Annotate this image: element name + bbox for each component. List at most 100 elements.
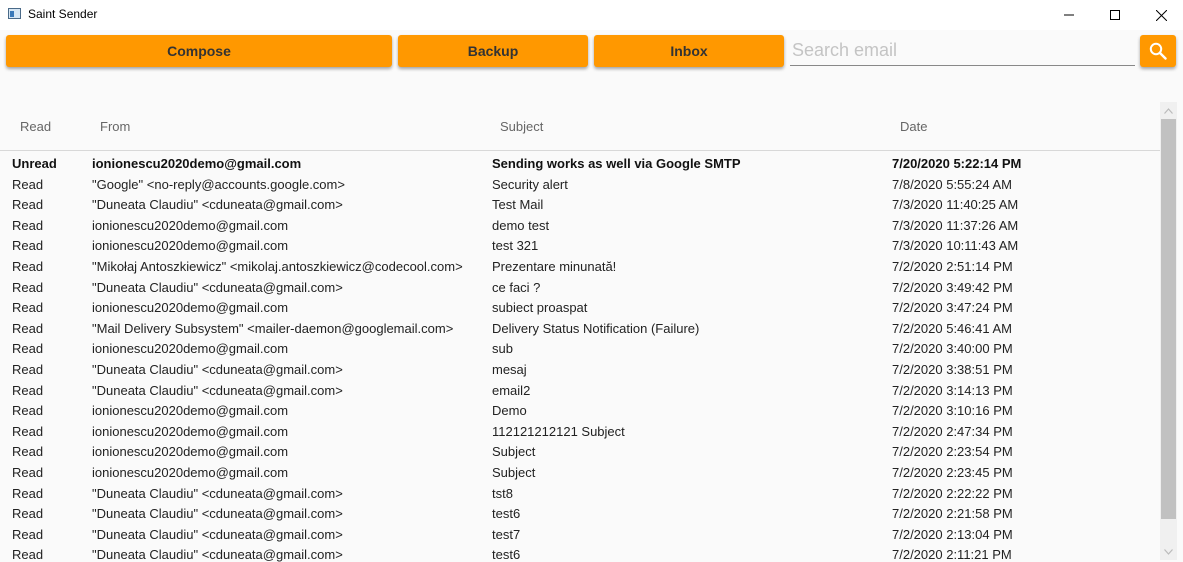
subject-cell: test6 — [492, 547, 521, 562]
subject-cell: mesaj — [492, 361, 527, 377]
table-row[interactable]: Read "Duneata Claudiu" <cduneata@gmail.co… — [0, 380, 1160, 401]
read-status: Read — [12, 279, 44, 295]
table-row[interactable]: Read ionionescu2020demo@gmail.com demo tes… — [0, 215, 1160, 236]
subject-cell: test6 — [492, 506, 521, 522]
from-cell: "Duneata Claudiu" <cduneata@gmail.com> — [92, 526, 343, 542]
window-title: Saint Sender — [28, 7, 98, 21]
table-row[interactable]: Read ionionescu2020demo@gmail.com Subject 7… — [0, 462, 1160, 483]
date-cell: 7/2/2020 5:46:41 AM — [892, 320, 1012, 336]
read-status: Read — [12, 526, 44, 542]
scrollbar-thumb[interactable] — [1161, 119, 1176, 519]
from-cell: ionionescu2020demo@gmail.com — [92, 217, 289, 233]
table-row[interactable]: Read ionionescu2020demo@gmail.com Demo 7/2/… — [0, 400, 1160, 421]
from-cell: ionionescu2020demo@gmail.com — [92, 156, 302, 171]
from-cell: "Mail Delivery Subsystem" <mailer-daemon… — [92, 320, 454, 336]
read-status: Read — [12, 506, 44, 522]
read-status: Read — [12, 197, 44, 213]
app-icon — [8, 8, 21, 19]
subject-cell: test7 — [492, 526, 521, 542]
from-cell: ionionescu2020demo@gmail.com — [92, 444, 289, 460]
scroll-up-button[interactable] — [1160, 102, 1177, 119]
subject-cell: Prezentare minunată! — [492, 258, 617, 274]
table-header: Read From Subject Date — [0, 100, 1160, 151]
scroll-down-button[interactable] — [1160, 543, 1177, 560]
minimize-button[interactable] — [1046, 0, 1092, 30]
date-cell: 7/2/2020 3:49:42 PM — [892, 279, 1013, 295]
from-cell: "Duneata Claudiu" <cduneata@gmail.com> — [92, 361, 343, 377]
read-status: Read — [12, 217, 44, 233]
subject-cell: Subject — [492, 444, 536, 460]
from-cell: "Duneata Claudiu" <cduneata@gmail.com> — [92, 547, 343, 562]
table-row[interactable]: Read "Mail Delivery Subsystem" <mailer-da… — [0, 318, 1160, 339]
table-row[interactable]: Read ionionescu2020demo@gmail.com Subject 7… — [0, 441, 1160, 462]
subject-cell: Test Mail — [492, 197, 544, 213]
table-row[interactable]: Read "Duneata Claudiu" <cduneata@gmail.co… — [0, 194, 1160, 215]
compose-button[interactable]: Compose — [6, 35, 392, 67]
search-icon — [1149, 42, 1167, 60]
minimize-icon — [1064, 14, 1074, 16]
read-status: Read — [12, 238, 44, 254]
search-button[interactable] — [1140, 35, 1176, 67]
maximize-button[interactable] — [1092, 0, 1138, 30]
date-cell: 7/2/2020 3:14:13 PM — [892, 382, 1013, 398]
read-status: Read — [12, 464, 44, 480]
table-row[interactable]: Read "Duneata Claudiu" <cduneata@gmail.co… — [0, 544, 1160, 562]
subject-cell: Demo — [492, 403, 527, 419]
table-row[interactable]: Read "Duneata Claudiu" <cduneata@gmail.co… — [0, 524, 1160, 545]
title-bar: Saint Sender — [0, 0, 1183, 30]
from-cell: ionionescu2020demo@gmail.com — [92, 423, 289, 439]
table-row[interactable]: Unread ionionescu2020demo@gmail.com Sendin… — [0, 153, 1160, 174]
subject-cell: email2 — [492, 382, 531, 398]
close-button[interactable] — [1138, 0, 1183, 30]
read-status: Read — [12, 361, 44, 377]
table-row[interactable]: Read ionionescu2020demo@gmail.com sub 7/2/2… — [0, 338, 1160, 359]
column-header-from[interactable]: From — [100, 119, 130, 134]
subject-cell: subiect proaspat — [492, 300, 588, 316]
inbox-button[interactable]: Inbox — [594, 35, 784, 67]
scrollbar[interactable] — [1160, 102, 1177, 560]
read-status: Read — [12, 485, 44, 501]
table-row[interactable]: Read ionionescu2020demo@gmail.com subiect … — [0, 297, 1160, 318]
from-cell: "Duneata Claudiu" <cduneata@gmail.com> — [92, 382, 343, 398]
table-row[interactable]: Read "Duneata Claudiu" <cduneata@gmail.co… — [0, 359, 1160, 380]
arrow-down-icon — [1164, 548, 1173, 555]
read-status: Read — [12, 176, 44, 192]
column-header-subject[interactable]: Subject — [500, 119, 543, 134]
subject-cell: ce faci ? — [492, 279, 541, 295]
from-cell: ionionescu2020demo@gmail.com — [92, 341, 289, 357]
column-header-read[interactable]: Read — [20, 119, 51, 134]
table-row[interactable]: Read "Mikołaj Antoszkiewicz" <mikolaj.ant… — [0, 256, 1160, 277]
close-icon — [1155, 9, 1167, 21]
search-input[interactable] — [790, 35, 1135, 66]
from-cell: ionionescu2020demo@gmail.com — [92, 464, 289, 480]
from-cell: "Mikołaj Antoszkiewicz" <mikolaj.antoszk… — [92, 258, 463, 274]
date-cell: 7/2/2020 2:23:54 PM — [892, 444, 1013, 460]
from-cell: "Google" <no-reply@accounts.google.com> — [92, 176, 345, 192]
read-status: Read — [12, 382, 44, 398]
table-row[interactable]: Read "Duneata Claudiu" <cduneata@gmail.co… — [0, 483, 1160, 504]
date-cell: 7/3/2020 11:40:25 AM — [892, 197, 1019, 213]
from-cell: "Duneata Claudiu" <cduneata@gmail.com> — [92, 506, 343, 522]
date-cell: 7/2/2020 2:23:45 PM — [892, 464, 1013, 480]
table-row[interactable]: Read "Duneata Claudiu" <cduneata@gmail.co… — [0, 277, 1160, 298]
date-cell: 7/2/2020 2:21:58 PM — [892, 506, 1013, 522]
subject-cell: 112121212121 Subject — [492, 423, 625, 439]
table-row[interactable]: Read ionionescu2020demo@gmail.com test 321… — [0, 235, 1160, 256]
subject-cell: Sending works as well via Google SMTP — [492, 156, 741, 171]
email-table: Read From Subject Date Unread ionionescu2… — [0, 100, 1160, 562]
table-row[interactable]: Read "Duneata Claudiu" <cduneata@gmail.co… — [0, 503, 1160, 524]
date-cell: 7/8/2020 5:55:24 AM — [892, 176, 1012, 192]
table-row[interactable]: Read ionionescu2020demo@gmail.com 11212121… — [0, 421, 1160, 442]
table-row[interactable]: Read "Google" <no-reply@accounts.google.c… — [0, 174, 1160, 195]
date-cell: 7/3/2020 10:11:43 AM — [892, 238, 1019, 254]
date-cell: 7/2/2020 3:38:51 PM — [892, 361, 1013, 377]
table-body: Unread ionionescu2020demo@gmail.com Sendin… — [0, 153, 1160, 562]
date-cell: 7/2/2020 2:22:22 PM — [892, 485, 1013, 501]
backup-button[interactable]: Backup — [398, 35, 588, 67]
subject-cell: demo test — [492, 217, 550, 233]
from-cell: ionionescu2020demo@gmail.com — [92, 403, 289, 419]
column-header-date[interactable]: Date — [900, 119, 927, 134]
date-cell: 7/2/2020 3:10:16 PM — [892, 403, 1013, 419]
subject-cell: test 321 — [492, 238, 539, 254]
read-status: Read — [12, 444, 44, 460]
